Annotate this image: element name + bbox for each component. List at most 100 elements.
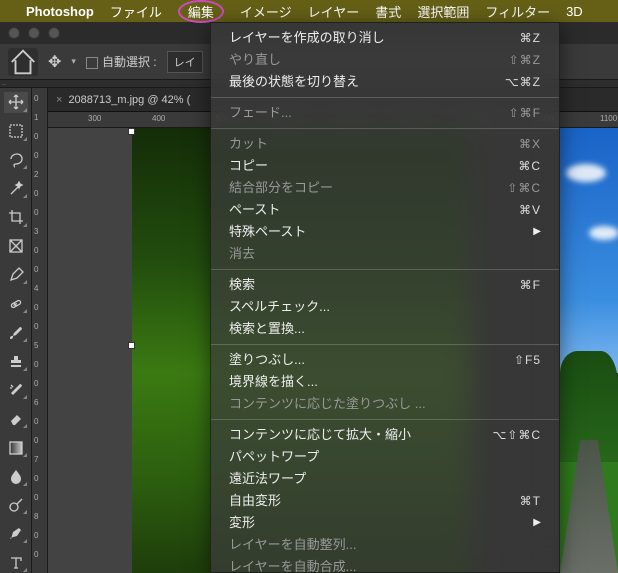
layer-dropdown[interactable]: レイ <box>167 51 203 73</box>
type-tool[interactable] <box>4 552 28 573</box>
marquee-tool[interactable] <box>4 121 28 142</box>
menu-item[interactable]: 境界線を描く... <box>211 371 559 393</box>
menu-item[interactable]: 検索と置換... <box>211 318 559 340</box>
ruler-tick: 0 <box>34 132 38 141</box>
minimize-window-icon[interactable] <box>28 27 40 39</box>
ruler-tick: 0 <box>34 246 38 255</box>
menu-item[interactable]: 自由変形⌘T <box>211 490 559 512</box>
menu-item-label: 自由変形 <box>229 492 281 510</box>
ruler-tick: 1 <box>34 113 38 122</box>
menu-edit[interactable]: 編集 <box>178 0 224 23</box>
blur-tool[interactable] <box>4 466 28 487</box>
tab-close-icon[interactable]: × <box>56 94 62 106</box>
menu-item-label: フェード... <box>229 104 292 122</box>
ruler-tick: 0 <box>34 208 38 217</box>
menu-item: レイヤーを自動合成... <box>211 556 559 573</box>
pen-tool[interactable] <box>4 523 28 544</box>
ruler-tick: 0 <box>34 151 38 160</box>
menu-item-label: 遠近法ワープ <box>229 470 306 488</box>
menu-item[interactable]: コピー⌘C <box>211 155 559 177</box>
menu-item-label: ペースト <box>229 201 280 219</box>
ruler-tick: 2 <box>34 170 38 179</box>
menu-shortcut: ⇧⌘F <box>509 104 541 122</box>
menu-item: コンテンツに応じた塗りつぶし ... <box>211 393 559 415</box>
tools-panel <box>0 88 32 573</box>
transform-handle[interactable] <box>128 128 135 135</box>
ruler-tick: 0 <box>34 550 38 559</box>
ruler-tick: 8 <box>34 512 38 521</box>
eraser-tool[interactable] <box>4 408 28 429</box>
menu-separator <box>211 269 559 270</box>
menu-layer[interactable]: レイヤー <box>308 2 360 21</box>
document-tab-title: 2088713_m.jpg @ 42% ( <box>68 94 190 106</box>
menu-separator <box>211 97 559 98</box>
chevron-down-icon[interactable]: ▾ <box>71 56 76 67</box>
transform-handle[interactable] <box>128 342 135 349</box>
menu-type[interactable]: 書式 <box>375 2 401 21</box>
menu-item: レイヤーを自動整列... <box>211 534 559 556</box>
menu-item[interactable]: コンテンツに応じて拡大・縮小⌥⇧⌘C <box>211 424 559 446</box>
ruler-tick: 4 <box>34 284 38 293</box>
menu-shortcut: ⌘V <box>519 201 541 219</box>
dodge-tool[interactable] <box>4 495 28 516</box>
move-tool-icon: ✥ <box>48 52 61 72</box>
menu-item-label: 検索 <box>229 276 255 294</box>
menu-shortcut: ⇧⌘C <box>507 179 541 197</box>
menu-item-label: スペルチェック... <box>229 298 330 316</box>
maximize-window-icon[interactable] <box>48 27 60 39</box>
menu-item[interactable]: スペルチェック... <box>211 296 559 318</box>
wand-tool[interactable] <box>4 178 28 199</box>
menu-item-label: 塗りつぶし... <box>229 351 305 369</box>
autoselect-checkbox[interactable]: 自動選択 : <box>86 53 157 70</box>
menu-3d[interactable]: 3D <box>566 4 583 19</box>
menu-item[interactable]: 特殊ペースト▶ <box>211 221 559 243</box>
menu-item-label: 変形 <box>229 514 255 532</box>
menu-item[interactable]: レイヤーを作成の取り消し⌘Z <box>211 27 559 49</box>
menu-shortcut: ⇧⌘Z <box>509 51 541 69</box>
menu-item-label: パペットワープ <box>229 448 319 466</box>
close-window-icon[interactable] <box>8 27 20 39</box>
eyedropper-tool[interactable] <box>4 265 28 286</box>
menu-item: 結合部分をコピー⇧⌘C <box>211 177 559 199</box>
menu-image[interactable]: イメージ <box>240 2 292 21</box>
move-tool[interactable] <box>4 92 28 113</box>
ruler-tick: 3 <box>34 227 38 236</box>
menu-item-label: 特殊ペースト <box>229 223 306 241</box>
menu-item[interactable]: 検索⌘F <box>211 274 559 296</box>
stamp-tool[interactable] <box>4 351 28 372</box>
menu-filter[interactable]: フィルター <box>485 2 550 21</box>
autoselect-label: 自動選択 : <box>102 55 157 69</box>
menu-separator <box>211 128 559 129</box>
crop-tool[interactable] <box>4 207 28 228</box>
ruler-tick: 0 <box>34 265 38 274</box>
menu-item-label: コンテンツに応じて拡大・縮小 <box>229 426 411 444</box>
menu-shortcut: ⇧F5 <box>514 351 541 369</box>
menu-item-label: 消去 <box>229 245 255 263</box>
healing-tool[interactable] <box>4 293 28 314</box>
menu-item-label: やり直し <box>229 51 281 69</box>
ruler-tick: 0 <box>34 531 38 540</box>
menu-item[interactable]: 塗りつぶし... ⇧F5 <box>211 349 559 371</box>
menu-item[interactable]: 最後の状態を切り替え⌥⌘Z <box>211 71 559 93</box>
menu-item-label: カット <box>229 135 268 153</box>
app-menu[interactable]: Photoshop <box>26 4 94 19</box>
menu-item-label: 最後の状態を切り替え <box>229 73 359 91</box>
menu-file[interactable]: ファイル <box>110 2 162 21</box>
menu-item: カット⌘X <box>211 133 559 155</box>
menu-item[interactable]: パペットワープ <box>211 446 559 468</box>
pasteboard <box>48 128 132 573</box>
menu-item-label: 検索と置換... <box>229 320 305 338</box>
lasso-tool[interactable] <box>4 150 28 171</box>
gradient-tool[interactable] <box>4 437 28 458</box>
frame-tool[interactable] <box>4 236 28 257</box>
menu-item-label: コンテンツに応じた塗りつぶし ... <box>229 395 426 413</box>
menu-item[interactable]: ペースト ⌘V <box>211 199 559 221</box>
menu-item: 消去 <box>211 243 559 265</box>
history-brush-tool[interactable] <box>4 380 28 401</box>
home-button[interactable] <box>8 48 38 76</box>
menu-item[interactable]: 遠近法ワープ <box>211 468 559 490</box>
ruler-tick: 0 <box>34 474 38 483</box>
menu-select[interactable]: 選択範囲 <box>417 2 469 21</box>
brush-tool[interactable] <box>4 322 28 343</box>
menu-item[interactable]: 変形▶ <box>211 512 559 534</box>
